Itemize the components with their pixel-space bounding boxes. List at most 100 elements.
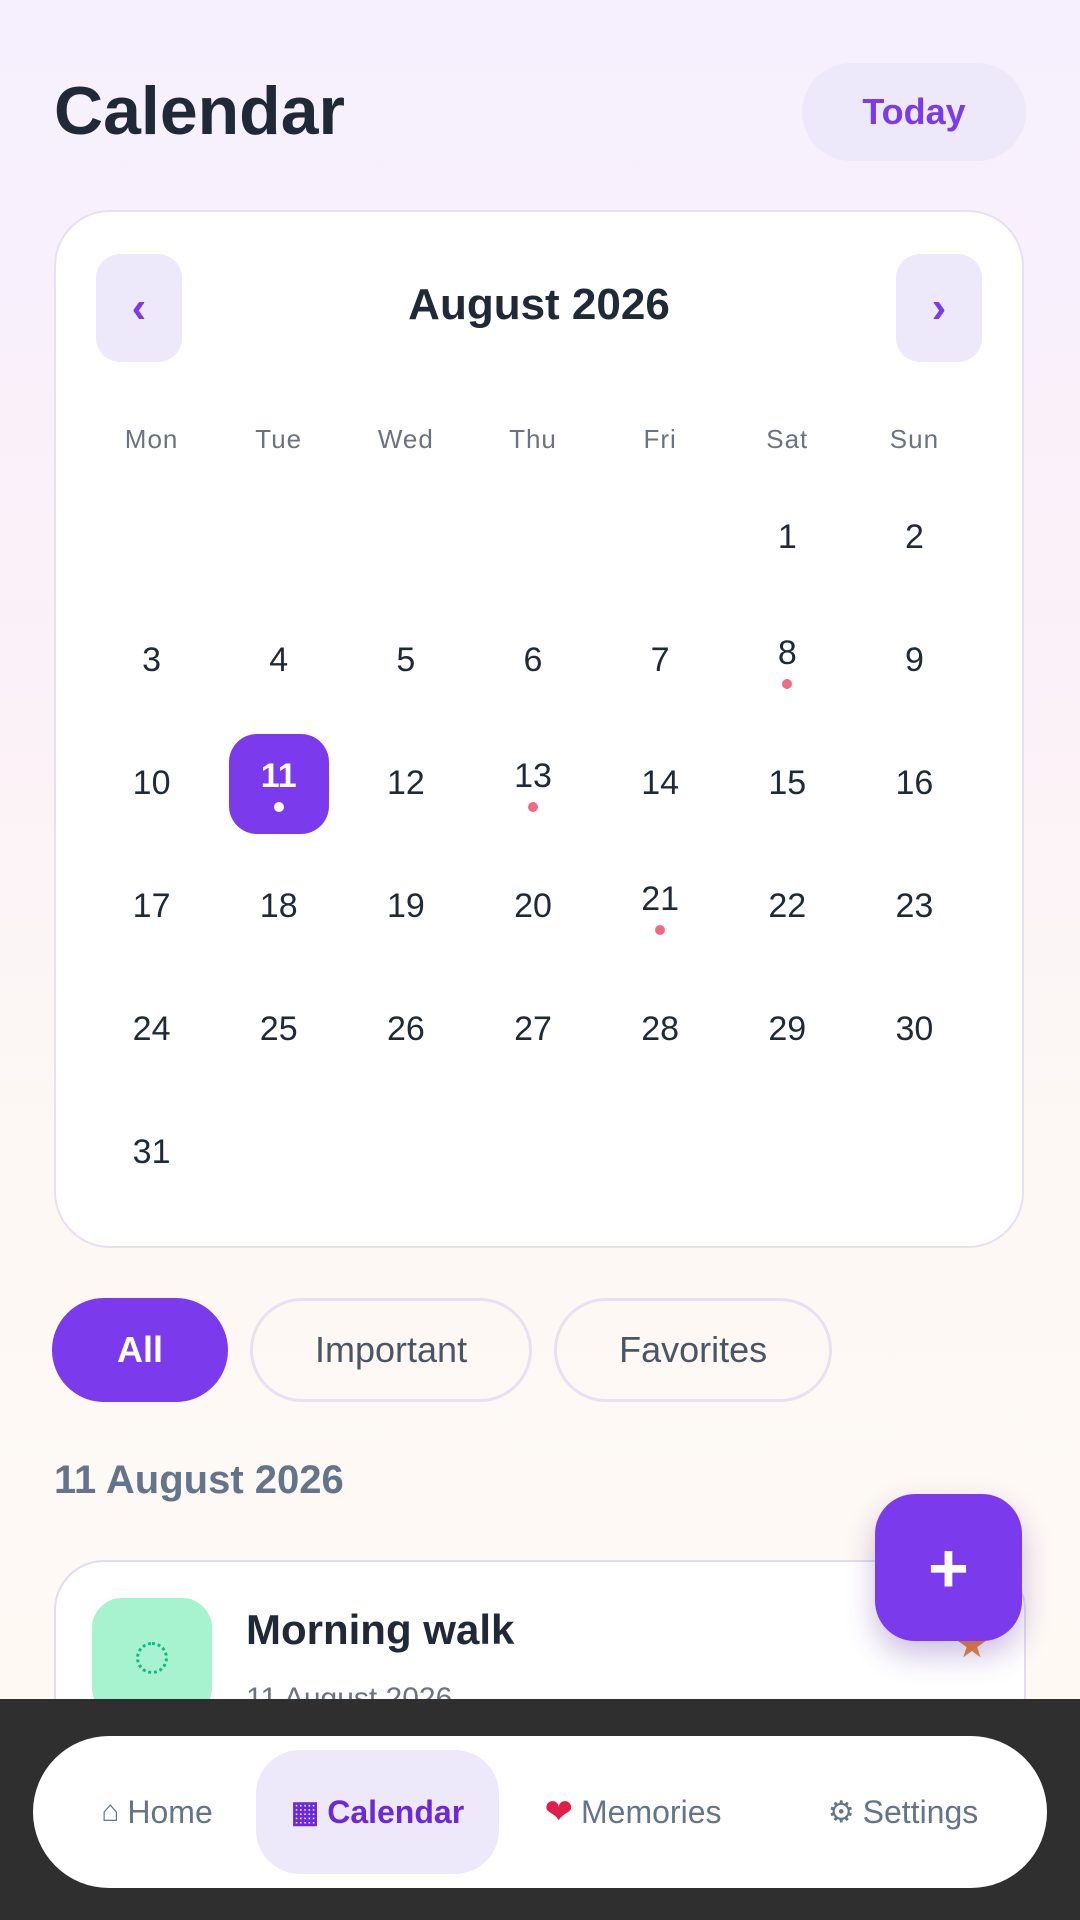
home-icon: ⌂ xyxy=(101,1795,120,1828)
calendar-day[interactable]: 10 xyxy=(88,722,215,845)
day-number: 6 xyxy=(523,641,543,679)
calendar-icon: ▦ xyxy=(290,1795,320,1829)
nav-calendar[interactable]: ▦ Calendar xyxy=(256,1750,499,1874)
bottom-nav: ⌂ Home ▦ Calendar ❤ Memories ⚙ Settings xyxy=(33,1736,1047,1888)
weekday-label: Thu xyxy=(509,424,557,454)
calendar-day[interactable]: 25 xyxy=(215,968,342,1091)
calendar-day[interactable]: 3 xyxy=(88,599,215,722)
event-title: Morning walk xyxy=(246,1606,515,1653)
calendar-day[interactable]: 24 xyxy=(88,968,215,1091)
weekday-label: Sat xyxy=(766,424,809,454)
day-number: 14 xyxy=(641,764,680,802)
day-number: 8 xyxy=(777,634,797,672)
day-number: 16 xyxy=(895,764,934,802)
day-number: 26 xyxy=(386,1010,425,1048)
calendar-day[interactable]: 27 xyxy=(469,968,596,1091)
day-number: 12 xyxy=(386,764,425,802)
calendar-card: ‹ August 2026 › Mon Tue Wed Thu Fri Sat … xyxy=(54,210,1024,1248)
calendar-day[interactable]: 8 xyxy=(724,599,851,722)
filter-chips: All Important Favorites xyxy=(52,1298,833,1402)
event-dot-icon xyxy=(655,925,666,935)
month-title: August 2026 xyxy=(408,280,670,329)
calendar-day[interactable]: 23 xyxy=(851,845,978,968)
event-dot-icon xyxy=(782,679,793,689)
day-number: 29 xyxy=(768,1010,807,1048)
calendar-day[interactable]: 21 xyxy=(597,845,724,968)
calendar-day-empty xyxy=(215,476,342,599)
event-dot-icon xyxy=(273,802,284,812)
calendar-day[interactable]: 2 xyxy=(851,476,978,599)
calendar-day[interactable]: 19 xyxy=(342,845,469,968)
calendar-day[interactable]: 11 xyxy=(215,722,342,845)
calendar-day[interactable]: 1 xyxy=(724,476,851,599)
selected-date-heading: 11 August 2026 xyxy=(54,1458,344,1502)
today-button[interactable]: Today xyxy=(802,63,1026,161)
day-grid: 1 2 3 4 5 6 7 8 9 10 11 12 13 14 15 16 17 18 19 20 21 22 23 24 2… xyxy=(88,476,978,1214)
next-month-button[interactable]: › xyxy=(896,254,982,362)
calendar-day[interactable]: 12 xyxy=(342,722,469,845)
calendar-day[interactable]: 29 xyxy=(724,968,851,1091)
nav-home[interactable]: ⌂ Home xyxy=(57,1750,257,1874)
nav-label: Home xyxy=(127,1793,213,1830)
event-dot-icon xyxy=(527,802,538,812)
day-number: 23 xyxy=(895,887,934,925)
calendar-day[interactable]: 20 xyxy=(469,845,596,968)
gear-icon: ⚙ xyxy=(827,1795,855,1829)
calendar-day-empty xyxy=(597,476,724,599)
day-number: 5 xyxy=(396,641,416,679)
day-number: 24 xyxy=(132,1010,171,1048)
calendar-day[interactable]: 22 xyxy=(724,845,851,968)
calendar-day[interactable]: 15 xyxy=(724,722,851,845)
nav-memories[interactable]: ❤ Memories xyxy=(513,1750,753,1874)
calendar-day[interactable]: 7 xyxy=(597,599,724,722)
calendar-day[interactable]: 26 xyxy=(342,968,469,1091)
day-number: 25 xyxy=(259,1010,298,1048)
calendar-day[interactable]: 14 xyxy=(597,722,724,845)
filter-chip-all[interactable]: All xyxy=(52,1298,229,1402)
day-number: 15 xyxy=(768,764,807,802)
nav-settings[interactable]: ⚙ Settings xyxy=(783,1750,1023,1874)
nav-label: Calendar xyxy=(327,1793,465,1830)
filter-chip-important[interactable]: Important xyxy=(250,1298,533,1402)
calendar-day[interactable]: 13 xyxy=(469,722,596,845)
weekday-label: Tue xyxy=(255,424,303,454)
day-number: 3 xyxy=(142,641,162,679)
calendar-day[interactable]: 18 xyxy=(215,845,342,968)
day-number: 27 xyxy=(514,1010,552,1048)
day-number: 21 xyxy=(641,880,680,918)
calendar-day[interactable]: 31 xyxy=(88,1091,215,1214)
calendar-day[interactable]: 5 xyxy=(342,599,469,722)
day-number: 22 xyxy=(768,887,807,925)
add-event-button[interactable]: + xyxy=(875,1494,1022,1641)
heart-icon: ❤ xyxy=(544,1793,574,1831)
nav-label: Settings xyxy=(862,1793,979,1830)
calendar-day[interactable]: 28 xyxy=(597,968,724,1091)
day-number: 10 xyxy=(132,764,171,802)
calendar-day[interactable]: 30 xyxy=(851,968,978,1091)
day-number: 28 xyxy=(641,1010,680,1048)
calendar-day[interactable]: 17 xyxy=(88,845,215,968)
calendar-day[interactable]: 16 xyxy=(851,722,978,845)
day-number: 20 xyxy=(514,887,552,925)
page-title: Calendar xyxy=(54,73,345,149)
day-number: 19 xyxy=(386,887,425,925)
day-number: 31 xyxy=(132,1133,171,1171)
day-number: 30 xyxy=(895,1010,934,1048)
ring-icon xyxy=(136,1642,168,1674)
weekday-label: Wed xyxy=(377,424,434,454)
weekday-label: Sun xyxy=(889,424,940,454)
calendar-day[interactable]: 6 xyxy=(469,599,596,722)
weekday-label: Mon xyxy=(124,424,179,454)
day-number: 2 xyxy=(904,518,924,556)
calendar-day-empty xyxy=(342,476,469,599)
calendar-day[interactable]: 9 xyxy=(851,599,978,722)
calendar-day-empty xyxy=(88,476,215,599)
calendar-day[interactable]: 4 xyxy=(215,599,342,722)
nav-label: Memories xyxy=(581,1793,722,1830)
day-number: 13 xyxy=(514,757,552,795)
weekday-header: Mon Tue Wed Thu Fri Sat Sun xyxy=(88,424,978,455)
day-number: 18 xyxy=(259,887,298,925)
day-number: 1 xyxy=(777,518,797,556)
filter-chip-favorites[interactable]: Favorites xyxy=(554,1298,833,1402)
day-number: 17 xyxy=(132,887,171,925)
